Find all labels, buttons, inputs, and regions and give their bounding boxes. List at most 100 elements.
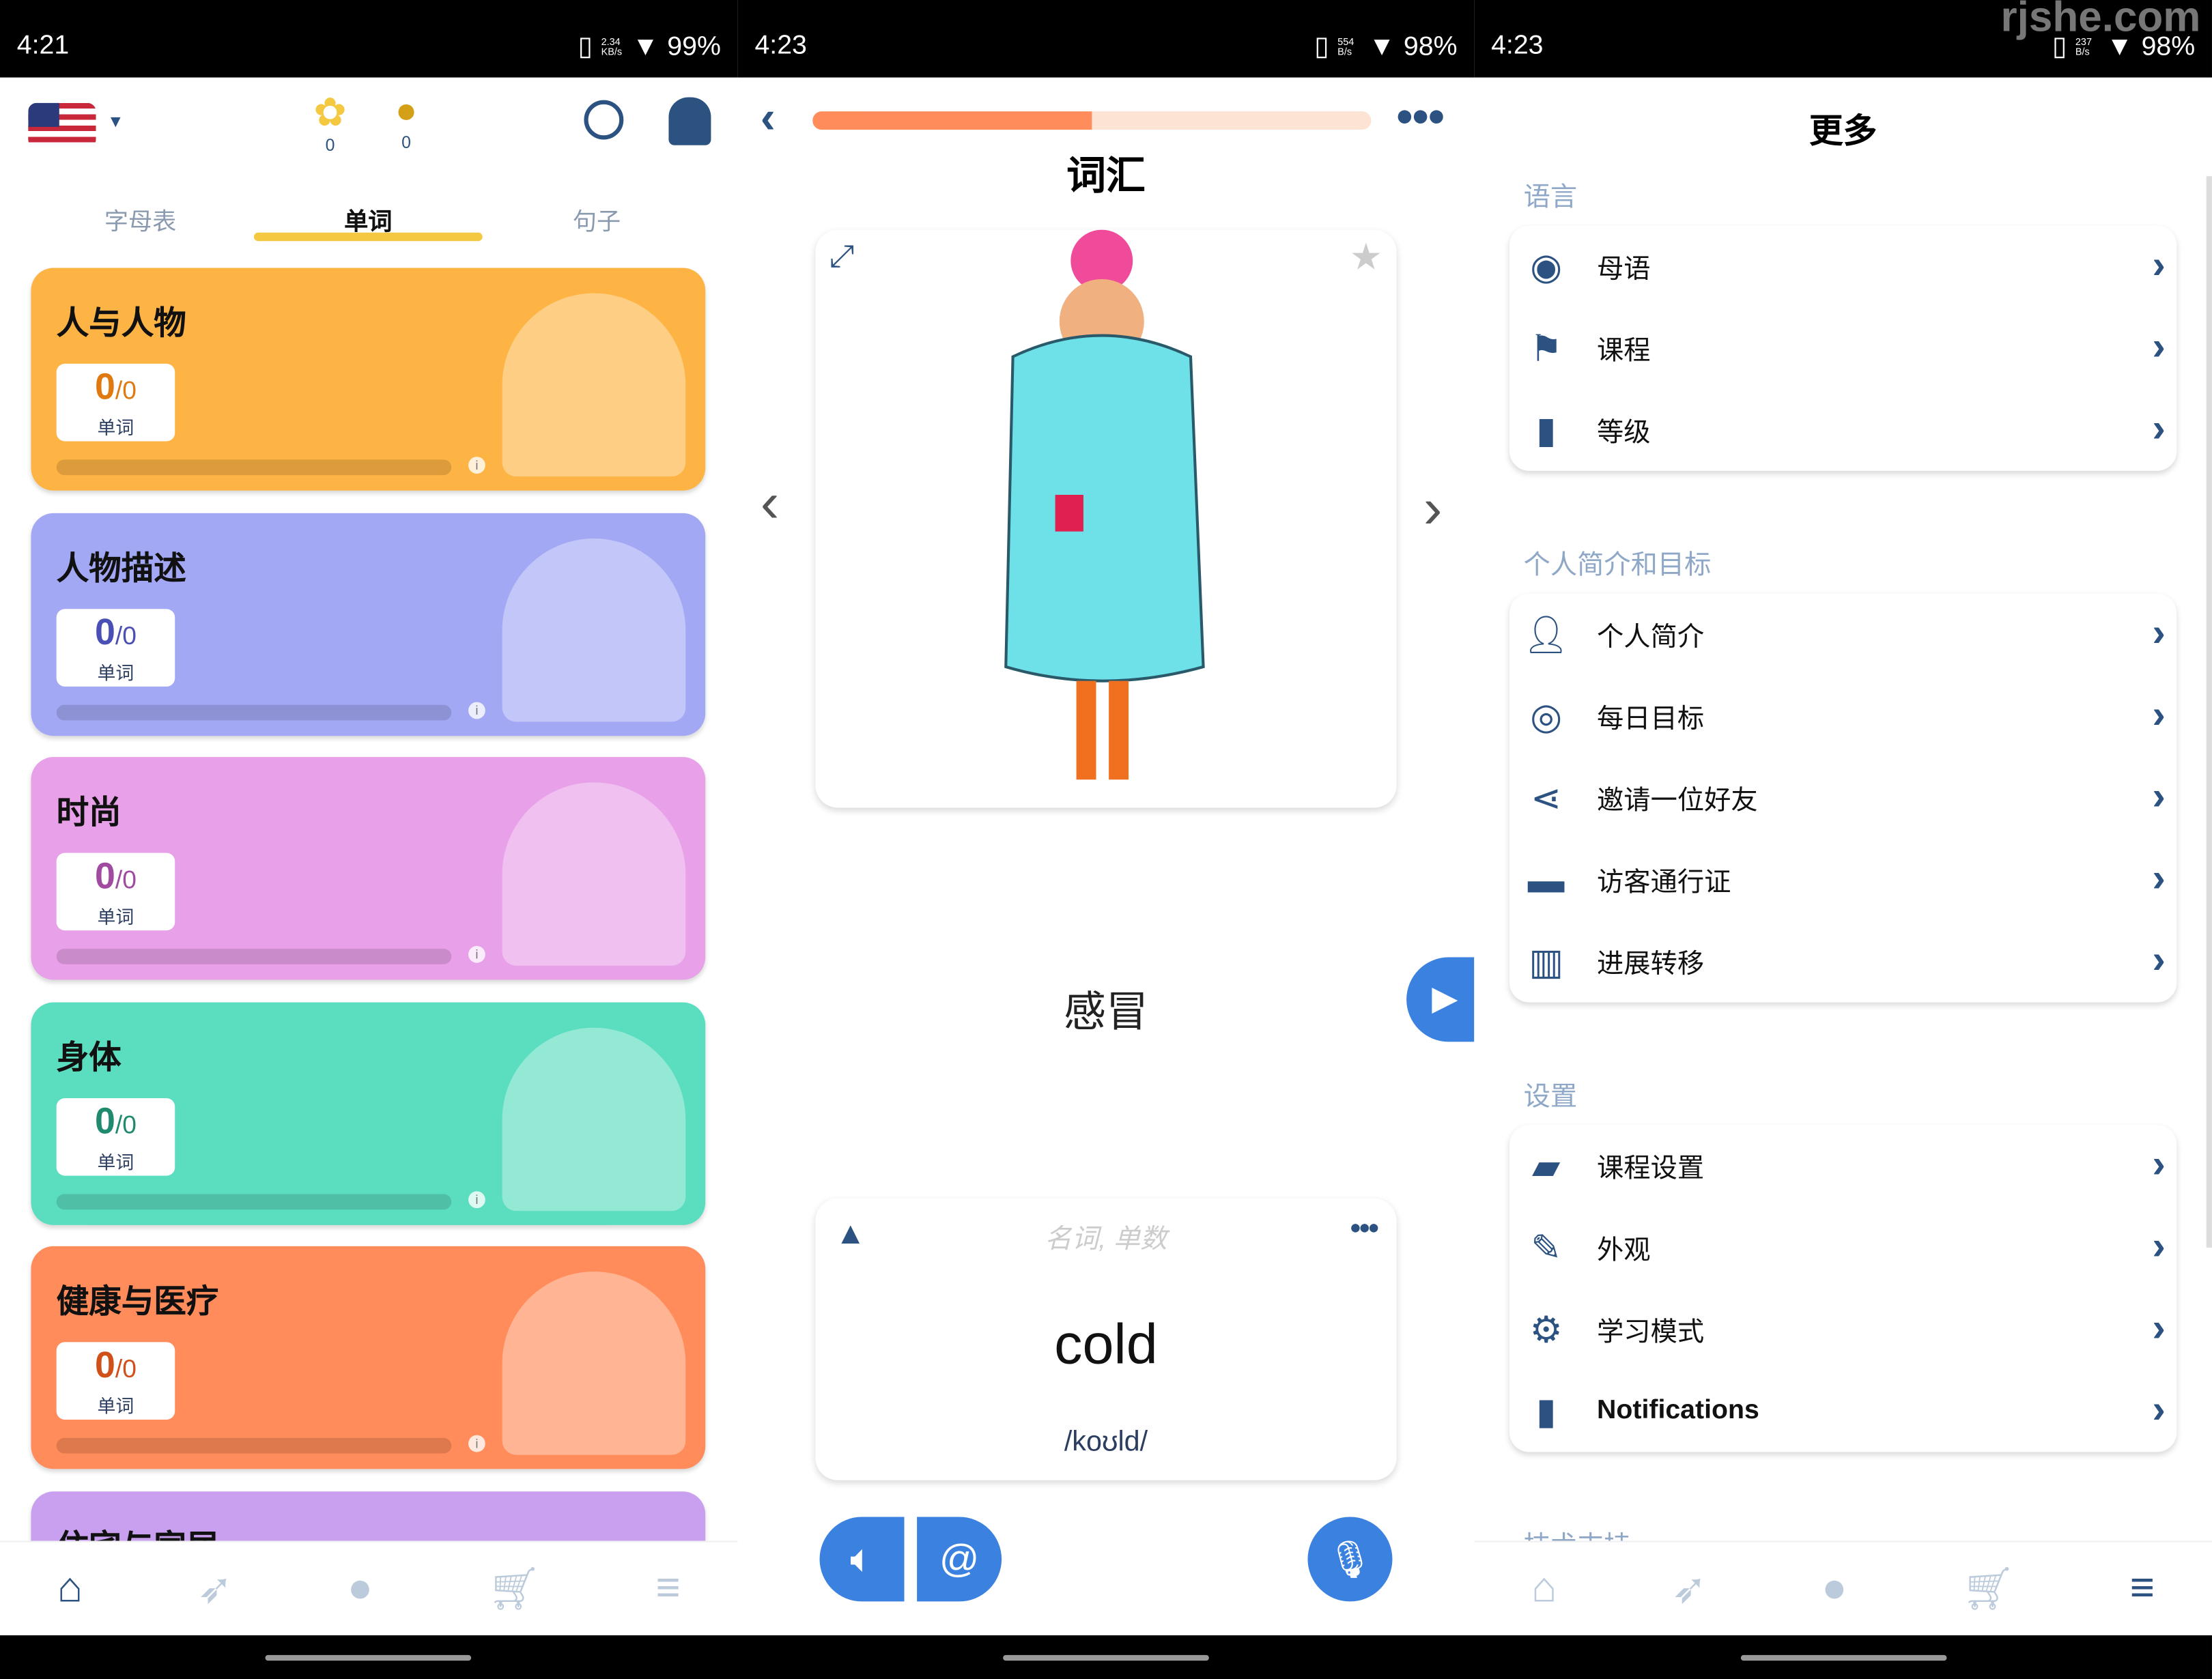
network-speed: 2.34 KB/s (601, 37, 623, 57)
home-gesture-bar[interactable] (1003, 1654, 1209, 1661)
us-flag-icon[interactable] (28, 102, 96, 148)
menu-item-label: 进展转移 (1597, 949, 1705, 979)
flag-icon: ⚑ (1529, 326, 1563, 369)
section-header: 个人简介和目标 (1523, 551, 1712, 581)
menu-item[interactable]: ▮ Notifications › (1509, 1371, 2176, 1452)
menu-icon[interactable]: ≡ (2130, 1565, 2155, 1613)
info-icon[interactable]: i (468, 457, 485, 474)
prev-arrow-icon[interactable]: ‹ (761, 472, 780, 536)
menu-item[interactable]: ▬ 访客通行证 › (1509, 839, 2176, 921)
brain-icon: ⚙ (1529, 1307, 1563, 1350)
cart-icon[interactable]: 🛒︎ (487, 1564, 541, 1613)
cart-icon[interactable]: 🛒︎ (1961, 1564, 2015, 1613)
settings-group: 👤︎ 个人简介 › ◎ 每日目标 › ⋖ 邀请一位好友 › ▬ 访客通行证 › ▥ 进展转移 › (1509, 593, 2177, 1003)
score: 0 (94, 609, 115, 652)
category-illustration (502, 293, 686, 477)
info-icon[interactable]: i (468, 1435, 485, 1452)
menu-item-label: Notifications (1597, 1395, 1759, 1426)
back-icon[interactable]: ‹ (761, 91, 776, 143)
menu-item[interactable]: ⚑ 课程 › (1509, 307, 2176, 389)
chevron-right-icon: › (2152, 1223, 2166, 1267)
menu-item-label: 个人简介 (1597, 622, 1705, 652)
profile-icon[interactable]: ● (348, 1565, 373, 1613)
category-illustration (502, 1027, 686, 1211)
info-icon[interactable]: i (468, 1190, 485, 1208)
menu-item[interactable]: ▮ 等级 › (1509, 389, 2176, 471)
category-illustration (502, 782, 686, 966)
more-icon[interactable]: ●●● (1395, 98, 1446, 134)
menu-item-label: 访客通行证 (1597, 867, 1731, 898)
category-card[interactable]: 身体 0/0 单词 i (31, 1001, 706, 1224)
status-bar: 4:21 ▯ 2.34 KB/s ▼ 99% (0, 0, 738, 78)
slow-play-button[interactable]: @ (917, 1517, 1002, 1602)
next-arrow-icon[interactable]: › (1423, 478, 1443, 541)
total: /0 (115, 1110, 137, 1138)
category-progress-bar (56, 1193, 452, 1209)
menu-item-label: 等级 (1597, 418, 1651, 448)
status-time: 4:23 (754, 31, 807, 61)
menu-item-label: 学习模式 (1597, 1317, 1705, 1347)
category-illustration (502, 537, 686, 721)
menu-item[interactable]: ▥ 进展转移 › (1509, 921, 2176, 1003)
category-card[interactable]: 健康与医疗 0/0 单词 i (31, 1246, 706, 1469)
menu-item[interactable]: ◎ 每日目标 › (1509, 675, 2176, 757)
category-card[interactable]: 时尚 0/0 单词 i (31, 757, 706, 980)
microphone-button[interactable]: 🎙︎ (1307, 1517, 1393, 1602)
home-gesture-bar[interactable] (1740, 1654, 1947, 1661)
score-box: 0/0 单词 (56, 363, 175, 442)
chevron-right-icon: › (2152, 937, 2166, 981)
bell-icon[interactable] (668, 97, 711, 145)
chevron-right-icon: › (2152, 773, 2166, 818)
tab-sentences[interactable]: 句子 (573, 201, 621, 237)
score: 0 (94, 364, 115, 407)
menu-item[interactable]: ◉ 母语 › (1509, 225, 2176, 307)
status-time: 4:23 (1491, 31, 1544, 61)
globe-icon: ◉ (1530, 244, 1563, 287)
tab-alphabet[interactable]: 字母表 (104, 201, 176, 237)
unit-label: 单词 (97, 1151, 134, 1173)
home-icon[interactable]: ⌂ (57, 1565, 83, 1613)
expand-icon[interactable]: ⤢ (830, 238, 854, 275)
score-box: 0/0 单词 (56, 608, 175, 686)
menu-icon[interactable]: ≡ (655, 1565, 680, 1613)
page-title: 词汇 (1066, 154, 1146, 198)
menu-item[interactable]: ✎ 外观 › (1509, 1207, 2176, 1289)
word-more-icon[interactable]: ●●● (1350, 1215, 1380, 1237)
menu-item[interactable]: ▰ 课程设置 › (1509, 1125, 2176, 1207)
scrollbar[interactable] (2206, 176, 2212, 1248)
menu-item[interactable]: ⚙ 学习模式 › (1509, 1289, 2176, 1371)
word-type: 名词, 单数 (1045, 1224, 1167, 1255)
rocket-icon[interactable]: ➶ (197, 1564, 233, 1613)
tab-words[interactable]: 单词 (344, 201, 392, 237)
chevron-right-icon: › (2152, 855, 2166, 900)
profile-icon[interactable]: ● (1821, 1565, 1847, 1613)
settings-group: ◉ 母语 › ⚑ 课程 › ▮ 等级 › (1509, 225, 2177, 471)
category-card[interactable]: 人物描述 0/0 单词 i (31, 512, 706, 736)
star-icon[interactable]: ★ (1350, 235, 1382, 279)
network-speed: 554 B/s (1337, 37, 1355, 57)
category-title: 时尚 (56, 793, 122, 831)
info-icon[interactable]: i (468, 945, 485, 963)
rocket-icon[interactable]: ➶ (1671, 1564, 1707, 1613)
category-card[interactable]: 人与人物 0/0 单词 i (31, 268, 706, 491)
settings-group: ▰ 课程设置 › ✎ 外观 › ⚙ 学习模式 › ▮ Notifications › (1509, 1125, 2177, 1452)
category-progress-bar (56, 949, 452, 964)
menu-item[interactable]: 👤︎ 个人简介 › (1509, 594, 2176, 676)
flower-icon: ✿ (313, 90, 347, 134)
sick-person-illustration (1004, 229, 1205, 780)
word: cold (1054, 1314, 1158, 1376)
transfer-icon: ▥ (1529, 939, 1564, 982)
menu-item[interactable]: ⋖ 邀请一位好友 › (1509, 757, 2176, 839)
section-header: 语言 (1523, 183, 1578, 213)
category-progress-bar (56, 704, 452, 720)
home-gesture-bar[interactable] (265, 1654, 472, 1661)
category-progress-bar (56, 1437, 452, 1454)
speaker-button[interactable]: 🔈︎ (819, 1517, 905, 1602)
dropdown-icon[interactable]: ▼ (107, 111, 124, 131)
search-icon[interactable] (584, 100, 624, 140)
info-icon[interactable]: i (468, 701, 485, 719)
chevron-right-icon: › (2152, 692, 2166, 736)
tab-underline (253, 232, 483, 242)
home-icon[interactable]: ⌂ (1531, 1565, 1557, 1613)
chevron-right-icon: › (2152, 610, 2166, 655)
